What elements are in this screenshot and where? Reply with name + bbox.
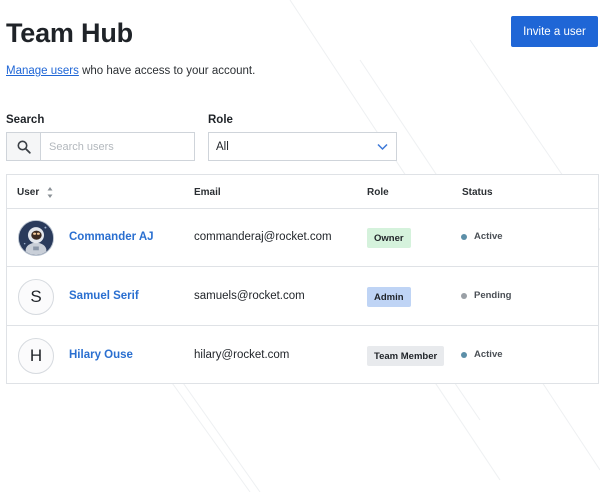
status-indicator: Pending (461, 290, 511, 301)
table-row[interactable]: H Hilary Ouse hilary@rocket.com Team Mem… (7, 327, 598, 385)
sort-icon[interactable] (47, 186, 53, 204)
role-dropdown-value: All (216, 140, 229, 153)
user-name-link[interactable]: Commander AJ (69, 231, 154, 243)
user-email: commanderaj@rocket.com (194, 231, 332, 243)
role-label: Role (208, 114, 233, 126)
role-dropdown[interactable]: All (208, 132, 397, 161)
user-name-link[interactable]: Hilary Ouse (69, 349, 133, 361)
table-header: User Email Role Status (7, 175, 598, 209)
chevron-down-icon (377, 142, 388, 154)
search-icon[interactable] (7, 133, 41, 160)
column-header-email: Email (194, 187, 221, 198)
status-text: Active (474, 231, 503, 242)
search-field (6, 132, 195, 161)
search-label: Search (6, 114, 45, 126)
user-email: samuels@rocket.com (194, 290, 305, 302)
avatar-initial: S (30, 287, 42, 306)
subtitle-text: who have access to your account. (78, 65, 256, 77)
users-table: User Email Role Status Commander AJ comm… (6, 174, 599, 384)
avatar[interactable]: S (18, 279, 54, 315)
role-badge: Admin (367, 287, 411, 307)
astronaut-avatar-image (19, 221, 53, 255)
avatar-initial: H (29, 346, 43, 365)
status-indicator: Active (461, 349, 503, 360)
status-indicator: Active (461, 231, 503, 242)
role-badge: Owner (367, 228, 411, 248)
page-header: Team Hub Invite a user (6, 16, 598, 56)
table-row[interactable]: S Samuel Serif samuels@rocket.com Admin … (7, 268, 598, 326)
status-dot-icon (461, 351, 467, 358)
column-header-user[interactable]: User (17, 187, 39, 198)
avatar[interactable]: H (18, 338, 54, 374)
status-text: Pending (474, 290, 512, 301)
page-subtitle: Manage users who have access to your acc… (6, 65, 255, 77)
team-hub-page: Team Hub Invite a user Manage users who … (0, 0, 600, 492)
user-name-link[interactable]: Samuel Serif (69, 290, 139, 302)
avatar[interactable] (18, 220, 54, 256)
user-email: hilary@rocket.com (194, 349, 290, 361)
table-row[interactable]: Commander AJ commanderaj@rocket.com Owne… (7, 209, 598, 267)
page-title: Team Hub (6, 18, 133, 48)
invite-user-button[interactable]: Invite a user (511, 16, 598, 47)
status-dot-icon (461, 292, 467, 299)
status-text: Active (474, 349, 503, 360)
column-header-status: Status (462, 187, 493, 198)
status-dot-icon (461, 233, 467, 240)
column-header-role: Role (367, 187, 389, 198)
manage-users-link[interactable]: Manage users (6, 65, 79, 77)
search-input[interactable] (41, 133, 194, 160)
role-badge: Team Member (367, 346, 445, 366)
